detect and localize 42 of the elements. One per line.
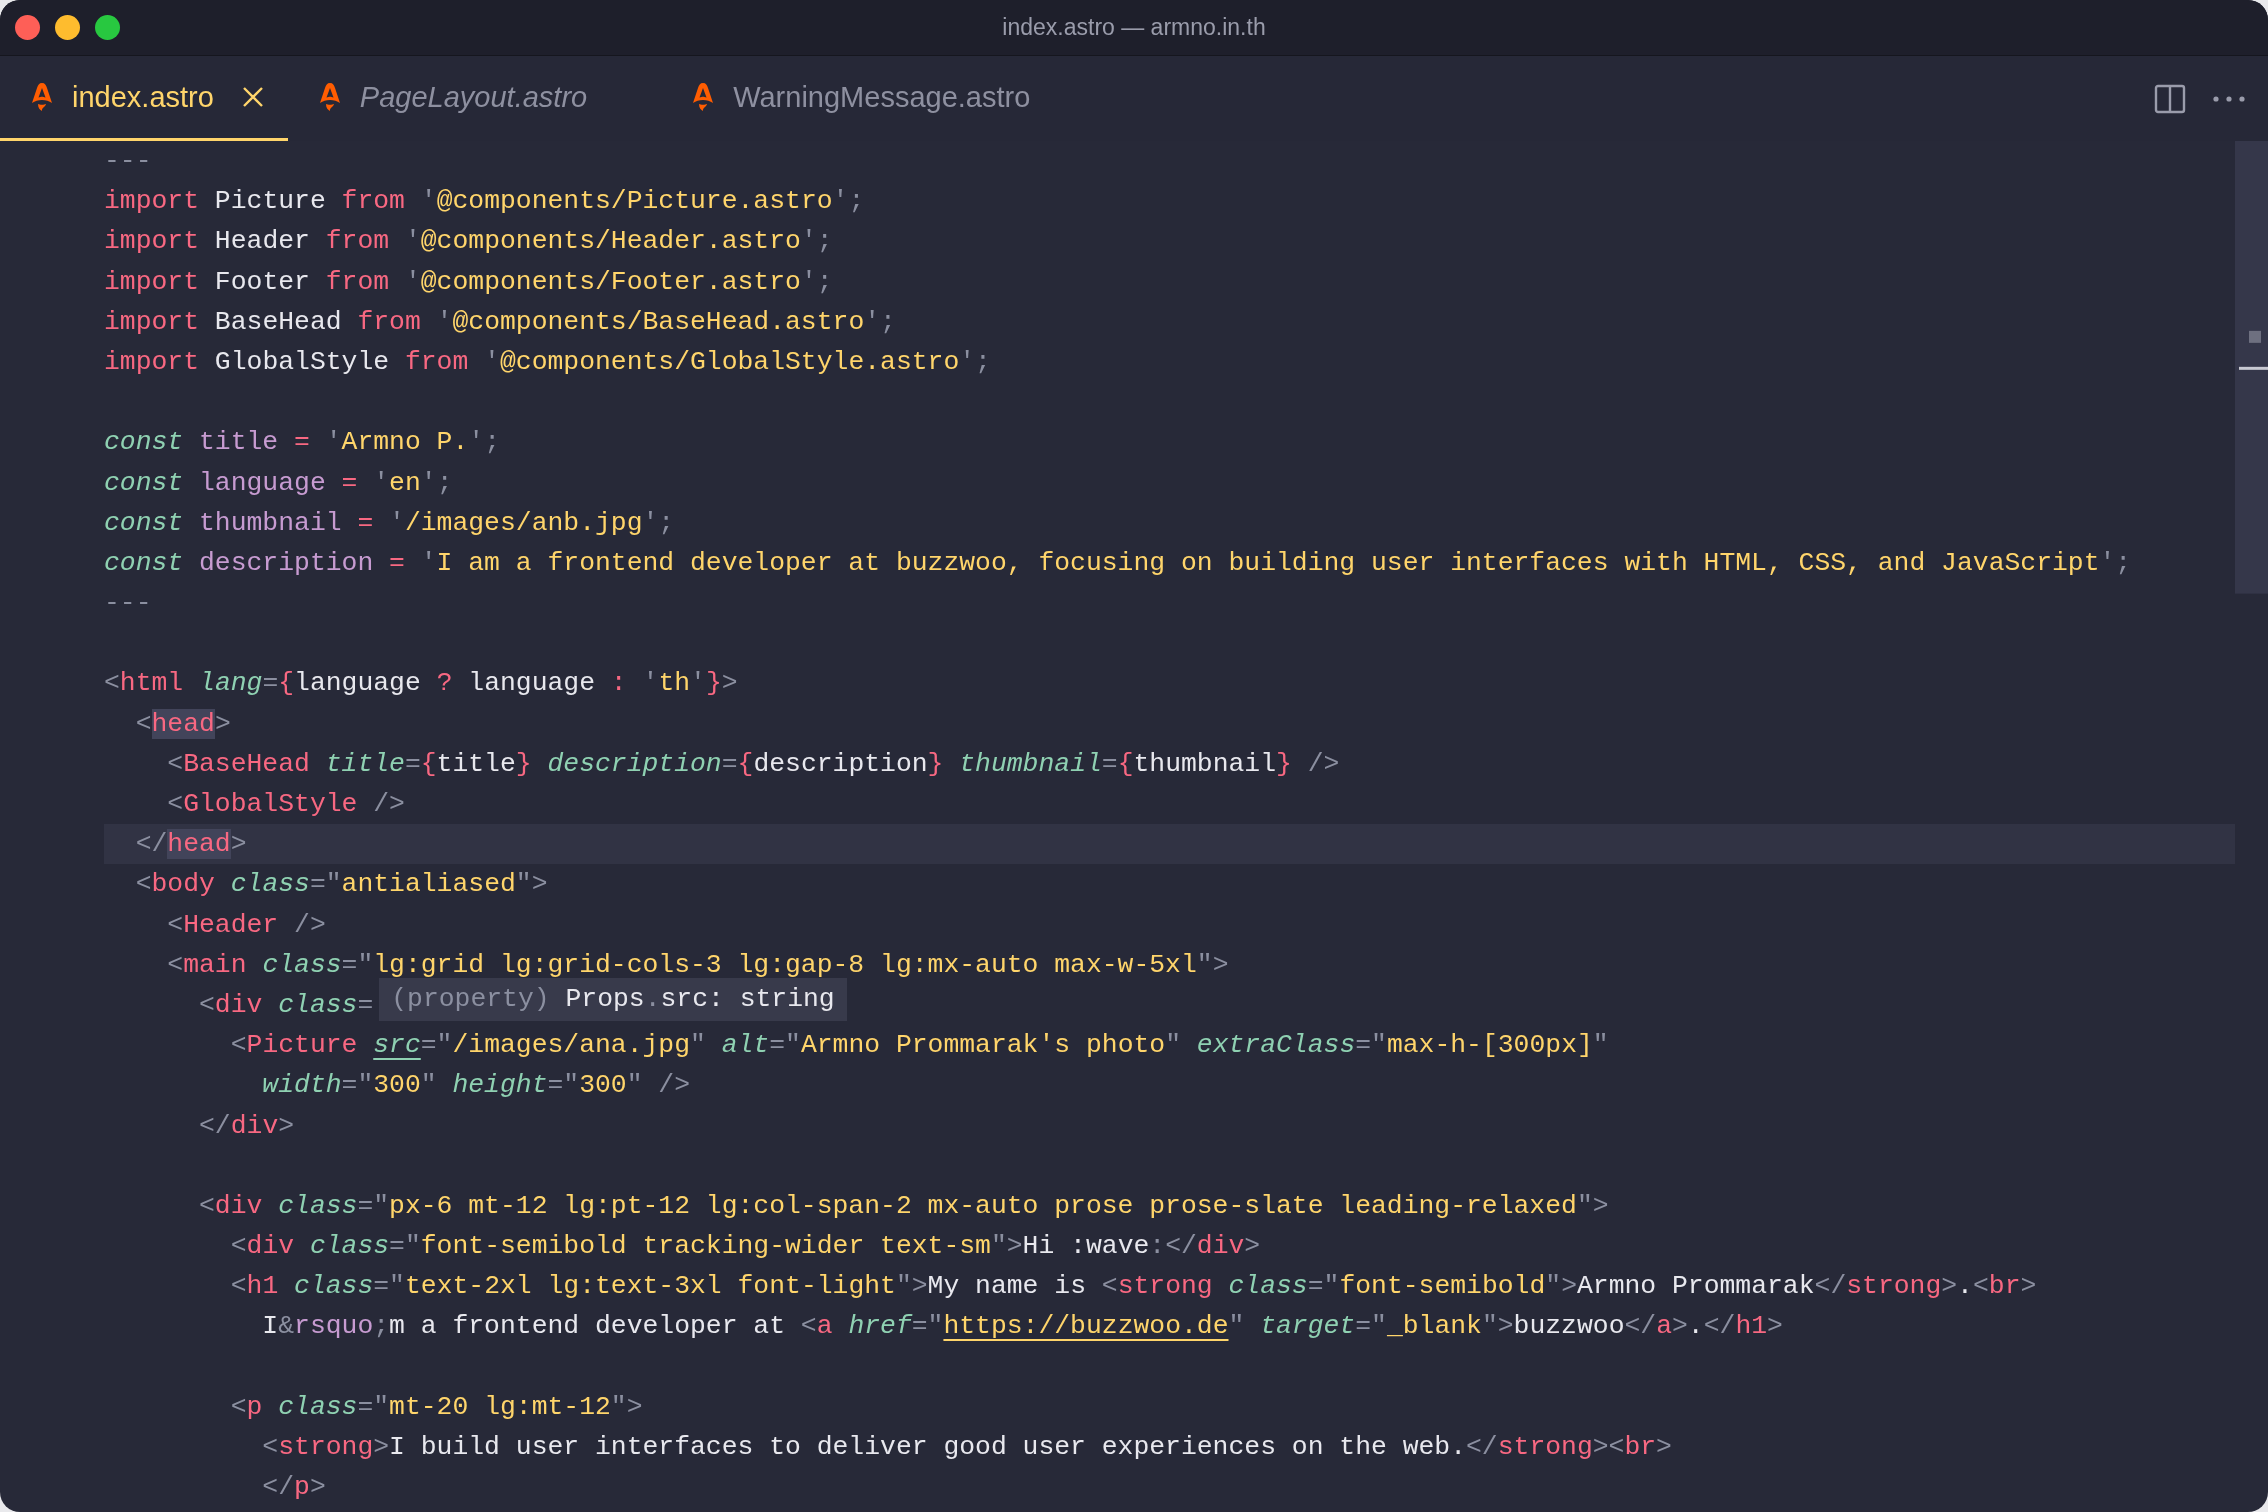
code-line: <BaseHead title={title} description={description} thumbnail={thumbnail} /> xyxy=(166,747,1340,781)
code-line: import BaseHead from '@components/BaseHead.astro'; xyxy=(104,305,896,339)
code-line: <h1 class="text-2xl lg:text-3xl font-light">My name is <strong class="font-semibold">Armno Prommarak</strong>.<br> xyxy=(229,1270,2037,1304)
code-line: <body class="antialiased"> xyxy=(134,868,548,902)
code-line: const thumbnail = '/images/anb.jpg'; xyxy=(104,506,675,540)
rocket-icon xyxy=(30,82,54,112)
code-line: width="300" height="300" /> xyxy=(261,1069,691,1103)
code-line: import GlobalStyle from '@components/GlobalStyle.astro'; xyxy=(104,345,991,379)
code-line: <GlobalStyle /> xyxy=(166,788,405,821)
code-line: <head> xyxy=(134,707,231,741)
window-title: index.astro — armno.in.th xyxy=(1002,14,1266,41)
editor-tab[interactable]: PageLayout.astro xyxy=(287,56,662,141)
code-line: </div> xyxy=(198,1109,295,1143)
code-line: <div class="px-6 mt-12 lg:pt-12 lg:col-span-2 mx-auto prose prose-slate leading-relaxed"> xyxy=(198,1189,1609,1223)
code-line: import Header from '@components/Header.astro'; xyxy=(104,225,833,259)
code-line: <html lang={language ? language : 'th'}> xyxy=(104,667,738,701)
code-line: <p class="mt-20 lg:mt-12"> xyxy=(229,1390,643,1424)
code-line: <Picture src="/images/ana.jpg" alt="Armno Prommarak's photo" extraClass="max-h-[300px]" xyxy=(229,1029,1609,1063)
editor-tab[interactable]: WarningMessage.astro xyxy=(661,56,1105,141)
code-line: --- xyxy=(104,145,152,178)
code-line: </p> xyxy=(261,1471,326,1505)
code-line: I&rsquo;m a frontend developer at <a href="https://buzzwoo.de" target="_blank">buzzwoo</a>.</h1> xyxy=(261,1310,1783,1344)
code-line: --- xyxy=(104,587,152,621)
code-line: import Picture from '@components/Picture.astro'; xyxy=(104,185,865,219)
zoom-window-button[interactable] xyxy=(95,15,120,40)
close-window-button[interactable] xyxy=(15,15,40,40)
code-line: <strong>I build user interfaces to deliver good user experiences on the web.</strong><br> xyxy=(261,1431,1672,1464)
more-icon[interactable] xyxy=(2212,94,2246,103)
code-line: <div class= xyxy=(198,988,374,1022)
editor-tab[interactable]: index.astro xyxy=(0,56,288,141)
code-line: const description = 'I am a frontend developer at buzzwoo, focusing on building user interfaces with HTML, CSS, and JavaScript'; xyxy=(104,546,2132,580)
code-line: import Footer from '@components/Footer.astro'; xyxy=(104,265,833,299)
rocket-icon xyxy=(691,82,716,112)
split-editor-icon[interactable] xyxy=(2154,82,2186,115)
code-line: <Header /> xyxy=(166,908,326,942)
hover-tooltip: (property) Props.src: string xyxy=(379,977,847,1021)
code-line: const title = 'Armno P.'; xyxy=(104,426,500,460)
code-line: <div class="font-semibold tracking-wider text-sm">Hi :wave:</div> xyxy=(229,1230,1261,1264)
minimize-window-button[interactable] xyxy=(55,15,80,40)
code-line: const language = 'en'; xyxy=(104,466,453,500)
rocket-icon xyxy=(317,82,342,112)
code-line: </head> xyxy=(134,828,247,862)
